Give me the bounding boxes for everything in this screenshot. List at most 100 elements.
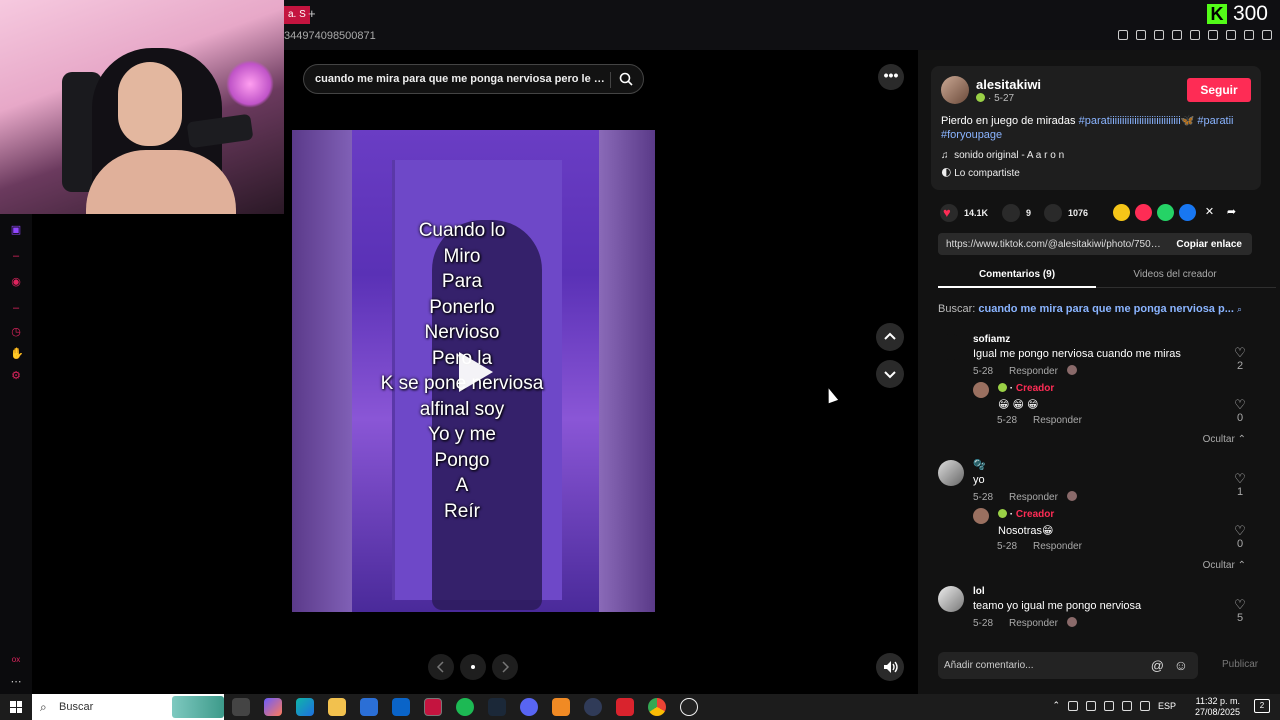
comment-like[interactable]: ♡ 2 [1232, 346, 1248, 373]
share-arrow-icon[interactable]: ➦ [1223, 204, 1240, 221]
hide-replies-button[interactable]: Ocultar ⌃ [1203, 434, 1246, 445]
volume-button[interactable] [876, 653, 904, 681]
hashtag-link[interactable]: #paratii [1197, 115, 1233, 127]
heart-outline-icon[interactable]: ♡ [1232, 346, 1248, 360]
chrome-icon[interactable] [648, 698, 666, 716]
save-stat[interactable]: 1076 [1044, 204, 1088, 222]
repost-icon[interactable] [1135, 204, 1152, 221]
play-icon[interactable] [459, 352, 493, 392]
outlook-icon[interactable] [392, 698, 410, 716]
video-search-bar[interactable]: cuando me mira para que me ponga nervios… [303, 64, 644, 94]
commenter-avatar[interactable] [938, 334, 964, 360]
play-icon[interactable] [1190, 30, 1200, 40]
network-icon[interactable] [1103, 700, 1114, 711]
copilot-icon[interactable] [264, 698, 282, 716]
reply-button[interactable]: Responder [1009, 366, 1058, 377]
gear-icon[interactable]: ⚙ [10, 370, 22, 382]
more-icon[interactable]: ⋯ [10, 676, 22, 688]
tab-creator-videos[interactable]: Videos del creador [1096, 269, 1254, 280]
comment-input-box[interactable]: Añadir comentario... @ ☺ [938, 652, 1198, 679]
sound-link[interactable]: ♫ sonido original - A a r o n [941, 150, 1064, 161]
creator-reply-avatar[interactable] [973, 382, 989, 398]
twitch-icon[interactable]: ▣ [10, 224, 22, 236]
taskbar-search-label[interactable]: Buscar [59, 701, 93, 713]
hide-replies-button[interactable]: Ocultar ⌃ [1203, 560, 1246, 571]
next-video-button[interactable] [876, 360, 904, 388]
app-icon[interactable] [584, 698, 602, 716]
heart-icon[interactable] [940, 204, 958, 222]
chevron-up-icon[interactable]: ⌃ [1052, 700, 1060, 711]
facebook-icon[interactable] [1179, 204, 1196, 221]
edge-icon[interactable] [296, 698, 314, 716]
screenshot-icon[interactable] [1136, 30, 1146, 40]
photo-post[interactable]: Cuando lo Miro Para Ponerlo Nervioso Per… [292, 130, 655, 612]
like-stat[interactable]: 14.1K [940, 204, 988, 222]
opera-gx-icon[interactable] [424, 698, 442, 716]
publish-button[interactable]: Publicar [1222, 659, 1258, 670]
discord-icon[interactable] [520, 698, 538, 716]
more-options-button[interactable]: ••• [878, 64, 904, 90]
store-icon[interactable] [360, 698, 378, 716]
reply-button[interactable]: Responder [1033, 415, 1082, 426]
language-indicator[interactable]: ESP [1158, 701, 1176, 711]
file-explorer-icon[interactable] [328, 698, 346, 716]
translate-icon[interactable] [1172, 30, 1182, 40]
battery-icon[interactable] [1139, 700, 1150, 711]
download-icon[interactable] [1244, 30, 1254, 40]
menu-icon[interactable] [1262, 30, 1272, 40]
creator-reply-avatar[interactable] [973, 508, 989, 524]
emoji-icon[interactable]: ☺ [1174, 657, 1188, 673]
commenter-avatar[interactable] [938, 460, 964, 486]
coin-share-icon[interactable] [1113, 204, 1130, 221]
whatsapp-icon[interactable] [1157, 204, 1174, 221]
active-tab[interactable]: a. S [284, 6, 310, 24]
notification-icon[interactable]: 2 [1254, 699, 1270, 713]
commenter-avatar[interactable] [938, 586, 964, 612]
reply-like[interactable]: ♡ 0 [1232, 398, 1248, 425]
comment-icon[interactable] [1002, 204, 1020, 222]
account-icon[interactable] [1226, 30, 1236, 40]
microphone-icon[interactable] [1085, 700, 1096, 711]
app-icon[interactable] [616, 698, 634, 716]
comment-like[interactable]: ♡ 1 [1232, 472, 1248, 499]
hand-icon[interactable]: ✋ [10, 348, 24, 360]
creator-avatar[interactable] [941, 76, 969, 104]
previous-video-button[interactable] [876, 323, 904, 351]
shield-icon[interactable] [1154, 30, 1164, 40]
heart-outline-icon[interactable]: ♡ [1232, 398, 1248, 412]
steam-icon[interactable] [488, 698, 506, 716]
commenter-name[interactable]: 🫧 [973, 460, 985, 471]
heart-outline-icon[interactable]: ♡ [1232, 598, 1248, 612]
mention-icon[interactable]: @ [1151, 658, 1164, 673]
prev-photo-button[interactable] [428, 654, 454, 680]
reply-button[interactable]: Responder [1033, 541, 1082, 552]
next-photo-button[interactable] [492, 654, 518, 680]
reply-button[interactable]: Responder [1009, 492, 1058, 503]
reply-like[interactable]: ♡ 0 [1232, 524, 1248, 551]
clock-icon[interactable]: ◷ [10, 326, 22, 338]
search-query-text[interactable]: cuando me mira para que me ponga nervios… [315, 73, 610, 85]
heart-outline-icon[interactable]: ♡ [1232, 472, 1248, 486]
record-icon[interactable]: ◉ [10, 276, 22, 288]
reply-button[interactable]: Responder [1009, 618, 1058, 629]
heart-icon[interactable] [1208, 30, 1218, 40]
app-icon[interactable] [552, 698, 570, 716]
related-search-query[interactable]: cuando me mira para que me ponga nervios… [978, 303, 1234, 315]
windows-start-icon[interactable] [10, 701, 22, 713]
follow-button[interactable]: Seguir [1187, 78, 1251, 102]
pin-icon[interactable] [1118, 30, 1128, 40]
search-icon[interactable] [619, 72, 633, 86]
post-url[interactable]: https://www.tiktok.com/@alesitakiwi/phot… [946, 239, 1164, 250]
bookmark-icon[interactable] [1044, 204, 1062, 222]
related-search[interactable]: Buscar: cuando me mira para que me ponga… [938, 303, 1258, 315]
hashtag-link[interactable]: #foryoupage [941, 129, 1002, 141]
hashtag-link[interactable]: #paratiiiiiiiiiiiiiiiiiiiiiiiiiiiii [1079, 115, 1181, 127]
spotify-icon[interactable] [456, 698, 474, 716]
sound-text[interactable]: sonido original - A a r o n [954, 150, 1064, 161]
task-view-icon[interactable] [232, 698, 250, 716]
comment-stat[interactable]: 9 [1002, 204, 1031, 222]
commenter-name[interactable]: lol [973, 586, 985, 597]
taskbar-clock[interactable]: 11:32 p. m. 27/08/2025 [1195, 696, 1240, 718]
comment-like[interactable]: ♡ 5 [1232, 598, 1248, 625]
x-icon[interactable]: ✕ [1201, 204, 1218, 221]
